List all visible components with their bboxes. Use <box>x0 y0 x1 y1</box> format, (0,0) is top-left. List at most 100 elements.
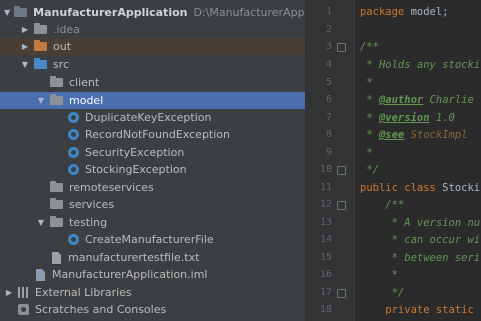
comment-text: * <box>360 129 379 141</box>
see-reference: StockImpl <box>404 129 468 141</box>
tree-item-label: StockingException <box>85 163 187 176</box>
tree-item-client[interactable]: client <box>0 74 305 91</box>
tree-item-label: Scratches and Consoles <box>35 303 167 316</box>
excluded-folder-icon <box>34 40 47 51</box>
tree-item-class[interactable]: SecurityException <box>0 144 305 161</box>
tree-item-src[interactable]: ▼ src <box>0 56 305 73</box>
code-line: * Holds any stocki <box>360 59 481 71</box>
module-folder-icon <box>14 6 28 17</box>
library-icon <box>18 287 29 298</box>
fold-marker-icon[interactable] <box>337 166 346 175</box>
line-number: 8 <box>325 129 332 140</box>
code-line: /** <box>360 199 405 211</box>
tree-item-label: out <box>53 40 72 53</box>
code-line: * @see StockImpl <box>360 126 467 144</box>
line-number: 13 <box>319 217 332 228</box>
line-number: 11 <box>319 182 332 193</box>
tree-item-label: model <box>69 94 104 107</box>
line-number: 7 <box>325 112 332 123</box>
tree-item-testing[interactable]: ▼ testing <box>0 214 305 231</box>
tree-item-label: DuplicateKeyException <box>85 111 212 124</box>
tree-item-scratches[interactable]: Scratches and Consoles <box>0 301 305 318</box>
line-number: 10 <box>319 164 332 175</box>
code-line: * <box>360 147 373 159</box>
code-line: * @author Charlie <box>360 91 474 109</box>
code-editor[interactable]: package model; /** * Holds any stocki * … <box>355 0 481 321</box>
chevron-down-icon[interactable]: ▼ <box>20 60 30 70</box>
line-number: 9 <box>325 147 332 158</box>
fold-marker-icon[interactable] <box>337 201 346 210</box>
tree-item-remoteservices[interactable]: remoteservices <box>0 179 305 196</box>
code-line: */ <box>360 164 379 176</box>
code-line: private static <box>360 304 474 316</box>
comment-text: * <box>360 94 379 106</box>
line-number: 5 <box>325 77 332 88</box>
chevron-right-icon[interactable]: ▶ <box>20 25 30 35</box>
fold-marker-icon[interactable] <box>337 289 346 298</box>
line-number: 6 <box>325 94 332 105</box>
tree-item-label: .idea <box>53 23 81 36</box>
root-project-name: ManufacturerApplication <box>33 6 188 19</box>
tree-item-class[interactable]: RecordNotFoundException <box>0 126 305 143</box>
tree-item-txt-file[interactable]: manufacturertestfile.txt <box>0 249 305 266</box>
code-line: package model; <box>360 3 449 21</box>
class-icon <box>68 164 79 175</box>
code-line: * <box>360 77 373 89</box>
tree-item-out[interactable]: ▶ out <box>0 38 305 55</box>
code-line: * <box>360 269 398 281</box>
tree-item-label: remoteservices <box>69 181 154 194</box>
line-number: 15 <box>319 252 332 263</box>
javadoc-tag: @version <box>378 112 430 124</box>
fold-marker-icon[interactable] <box>337 43 346 52</box>
code-line: * can occur wi <box>360 234 481 246</box>
code-line: /** <box>360 41 379 53</box>
keyword: public class <box>360 182 436 194</box>
tree-item-class[interactable]: DuplicateKeyException <box>0 109 305 126</box>
tree-item-services[interactable]: services <box>0 196 305 213</box>
chevron-down-icon[interactable]: ▼ <box>36 96 46 106</box>
line-number: 2 <box>325 24 332 35</box>
code-line: * @version 1.0 <box>360 109 455 127</box>
class-icon <box>68 147 79 158</box>
line-number: 14 <box>319 234 332 245</box>
code-line: public class Stockin <box>360 179 481 197</box>
tree-item-label: services <box>69 198 115 211</box>
line-number: 12 <box>319 199 332 210</box>
keyword: package <box>360 6 405 18</box>
tree-item-iml-file[interactable]: ManufacturerApplication.iml <box>0 266 305 283</box>
class-icon <box>68 129 79 140</box>
tree-item-label: manufacturertestfile.txt <box>68 251 200 264</box>
root-project-path: D:\ManufacturerApplication <box>193 6 306 19</box>
chevron-right-icon[interactable]: ▶ <box>4 288 14 298</box>
tree-item-label: External Libraries <box>35 286 132 299</box>
javadoc-tag: @see <box>378 129 405 141</box>
tree-item-label: ManufacturerApplication.iml <box>52 268 208 281</box>
package-folder-icon <box>50 216 63 227</box>
text-file-icon <box>52 251 61 264</box>
class-icon <box>68 234 79 245</box>
line-number: 1 <box>325 6 332 17</box>
line-number: 16 <box>319 269 332 280</box>
tree-item-root[interactable]: ▼ ManufacturerApplication D:\Manufacture… <box>0 4 305 21</box>
comment-text: 1.0 <box>429 112 455 124</box>
tree-item-class[interactable]: CreateManufacturerFile <box>0 231 305 248</box>
scratches-icon <box>18 304 29 315</box>
tree-item-class[interactable]: StockingException <box>0 161 305 178</box>
module-file-icon <box>36 268 45 281</box>
line-number: 4 <box>325 59 332 70</box>
tree-item-idea[interactable]: ▶ .idea <box>0 21 305 38</box>
tree-item-model[interactable]: ▼ model <box>0 92 305 109</box>
line-number: 3 <box>325 41 332 52</box>
chevron-right-icon[interactable]: ▶ <box>20 42 30 52</box>
tree-item-label: testing <box>69 216 108 229</box>
chevron-down-icon[interactable]: ▼ <box>4 8 10 18</box>
code-text: Stockin <box>442 182 481 194</box>
comment-text: * <box>360 112 379 124</box>
comment-text: Charlie <box>423 94 474 106</box>
javadoc-tag: @author <box>378 94 424 106</box>
folder-icon <box>34 23 47 34</box>
chevron-down-icon[interactable]: ▼ <box>36 218 46 228</box>
tree-item-label: RecordNotFoundException <box>85 128 231 141</box>
tree-item-external-libraries[interactable]: ▶ External Libraries <box>0 284 305 301</box>
code-line: */ <box>360 287 405 299</box>
